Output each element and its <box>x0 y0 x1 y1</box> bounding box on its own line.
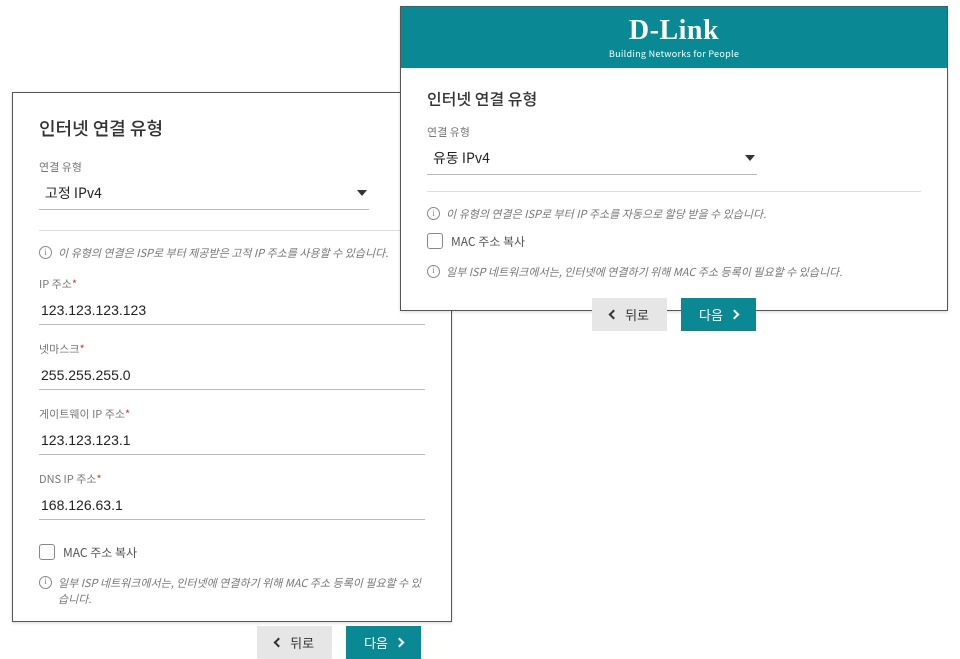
back-button[interactable]: 뒤로 <box>592 298 667 331</box>
hint-text: 이 유형의 연결은 ISP로 부터 제공받은 고적 IP 주소를 사용할 수 있… <box>58 245 388 262</box>
mac-hint: i 일부 ISP 네트워크에서는, 인터넷에 연결하기 위해 MAC 주소 등록… <box>427 264 921 281</box>
next-label: 다음 <box>699 305 723 324</box>
chevron-down-icon <box>357 190 367 196</box>
mac-copy-row: MAC 주소 복사 <box>39 544 425 561</box>
brand-logo: D-Link <box>401 17 947 45</box>
connection-type-hint: i 이 유형의 연결은 ISP로 부터 제공받은 고적 IP 주소를 사용할 수… <box>39 245 425 262</box>
section-title: 인터넷 연결 유형 <box>427 86 921 110</box>
mac-copy-row: MAC 주소 복사 <box>427 233 921 250</box>
connection-type-value: 고정 IPv4 <box>45 183 102 203</box>
back-label: 뒤로 <box>625 305 649 324</box>
gateway-input[interactable] <box>39 428 425 455</box>
netmask-input[interactable] <box>39 363 425 390</box>
connection-type-value: 유동 IPv4 <box>433 148 490 168</box>
button-row: 뒤로 다음 <box>427 298 921 331</box>
divider <box>427 191 921 192</box>
divider <box>39 230 425 231</box>
next-button[interactable]: 다음 <box>681 298 756 331</box>
back-label: 뒤로 <box>290 633 314 652</box>
mac-copy-label: MAC 주소 복사 <box>451 233 525 250</box>
gateway-label: 게이트웨이 IP 주소* <box>39 406 425 422</box>
mac-copy-label: MAC 주소 복사 <box>63 544 137 561</box>
mac-copy-checkbox[interactable] <box>39 544 55 560</box>
ip-label: IP 주소* <box>39 276 425 292</box>
back-button[interactable]: 뒤로 <box>257 626 332 659</box>
next-button[interactable]: 다음 <box>346 626 421 659</box>
brand-bar: D-Link Building Networks for People <box>401 7 947 68</box>
chevron-left-icon <box>274 637 284 647</box>
brand-tagline: Building Networks for People <box>401 47 947 60</box>
dns-input[interactable] <box>39 493 425 520</box>
info-icon: i <box>427 207 440 220</box>
next-label: 다음 <box>364 633 388 652</box>
dynamic-ipv4-panel: D-Link Building Networks for People 인터넷 … <box>400 6 948 311</box>
hint-text: 이 유형의 연결은 ISP로 부터 IP 주소를 자동으로 할당 받을 수 있습… <box>446 206 766 223</box>
ip-input[interactable] <box>39 298 425 325</box>
connection-type-select[interactable]: 유동 IPv4 <box>427 144 757 175</box>
mac-hint-text: 일부 ISP 네트워크에서는, 인터넷에 연결하기 위해 MAC 주소 등록이 … <box>58 575 425 608</box>
chevron-left-icon <box>609 310 619 320</box>
info-icon: i <box>39 246 52 259</box>
info-icon: i <box>427 265 440 278</box>
button-row: 뒤로 다음 <box>39 626 425 659</box>
static-ipv4-panel: 인터넷 연결 유형 연결 유형 고정 IPv4 i 이 유형의 연결은 ISP로… <box>12 92 452 622</box>
chevron-right-icon <box>729 310 739 320</box>
mac-copy-checkbox[interactable] <box>427 233 443 249</box>
dns-label: DNS IP 주소* <box>39 471 425 487</box>
connection-type-label: 연결 유형 <box>427 124 921 140</box>
section-title: 인터넷 연결 유형 <box>39 115 425 141</box>
chevron-down-icon <box>745 155 755 161</box>
info-icon: i <box>39 576 52 589</box>
mac-hint: i 일부 ISP 네트워크에서는, 인터넷에 연결하기 위해 MAC 주소 등록… <box>39 575 425 608</box>
connection-type-label: 연결 유형 <box>39 159 425 175</box>
connection-type-select[interactable]: 고정 IPv4 <box>39 179 369 210</box>
chevron-right-icon <box>395 637 405 647</box>
mac-hint-text: 일부 ISP 네트워크에서는, 인터넷에 연결하기 위해 MAC 주소 등록이 … <box>446 264 842 281</box>
netmask-label: 넷마스크* <box>39 341 425 357</box>
connection-type-hint: i 이 유형의 연결은 ISP로 부터 IP 주소를 자동으로 할당 받을 수 … <box>427 206 921 223</box>
